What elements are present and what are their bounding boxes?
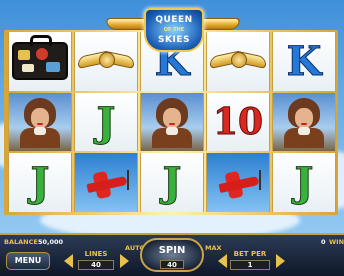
plane-symbol [81,166,131,200]
symbol-cell [74,153,138,213]
reel-5: K J [272,32,336,213]
spin-button[interactable]: SPIN 40 [140,238,204,272]
pilot-symbol [284,96,324,148]
plane-symbol [213,166,263,200]
symbol-cell [8,32,72,91]
max-label[interactable]: MAX [205,244,222,252]
lines-label: LINES [84,250,108,258]
symbol-cell: J [74,92,138,152]
bet-per-label: BET PER [233,250,267,258]
bet-per-value: 1 [230,260,270,270]
spin-label: SPIN [158,245,186,256]
reels-grid: J J K J 10 K J [8,32,336,213]
pilot-symbol [20,96,60,148]
symbol-cell: J [272,153,336,213]
wings-symbol [210,50,266,72]
win-label: WIN [329,238,344,246]
symbol-cell: J [8,153,72,213]
reel-4: 10 [206,32,270,213]
spin-bet-value: 40 [160,260,184,269]
k-symbol: K [286,37,322,85]
reel-3: K J [140,32,204,213]
reel-2: J [74,32,138,213]
symbol-cell: 10 [206,92,270,152]
ten-symbol: 10 [212,101,264,144]
symbol-cell: K [272,32,336,91]
lines-increase-arrow-icon[interactable] [120,254,129,268]
win-value: 0 [321,238,326,246]
reel-1: J [8,32,72,213]
menu-button[interactable]: MENU [6,252,50,270]
symbol-cell [206,153,270,213]
bet-decrease-arrow-icon[interactable] [218,254,227,268]
j-symbol: J [162,159,182,207]
symbol-cell [8,92,72,152]
j-symbol: J [30,159,50,207]
game-logo: QUEEN OF THE SKIES [144,8,204,52]
symbol-cell [140,92,204,152]
balance-label: BALANCE [4,238,38,246]
pilot-symbol [152,96,192,148]
j-symbol: J [294,159,314,207]
wings-symbol [78,50,134,72]
balance-value: 50,000 [38,238,64,246]
lines-decrease-arrow-icon[interactable] [64,254,73,268]
symbol-cell [206,32,270,91]
symbol-cell [74,32,138,91]
bet-increase-arrow-icon[interactable] [276,254,285,268]
symbol-cell: J [140,153,204,213]
symbol-cell [272,92,336,152]
suitcase-symbol [12,35,68,81]
j-symbol: J [96,98,116,146]
lines-value: 40 [78,260,114,270]
